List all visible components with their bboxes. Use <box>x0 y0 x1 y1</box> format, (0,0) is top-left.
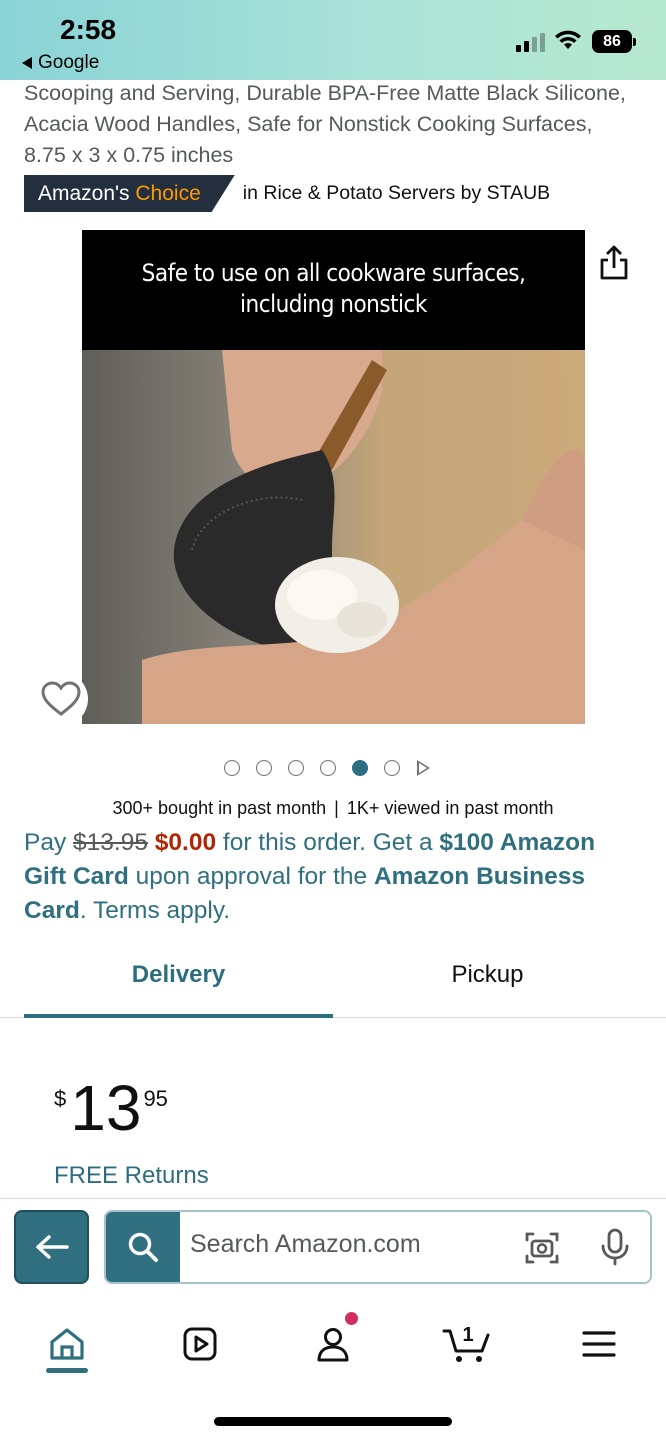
carousel-video-play-icon[interactable] <box>417 760 430 776</box>
carousel-indicator[interactable] <box>224 760 430 776</box>
badge-choice-text: Choice <box>135 182 201 205</box>
promo-terms: . Terms apply. <box>79 897 231 924</box>
tab-pickup[interactable]: Pickup <box>333 950 642 1018</box>
price-fraction: 95 <box>143 1086 168 1111</box>
carousel-dot[interactable] <box>384 760 400 776</box>
separator: | <box>334 798 339 818</box>
viewed-count: 1K+ viewed in past month <box>346 798 554 818</box>
free-returns-link[interactable]: FREE Returns <box>54 1162 209 1190</box>
badge-category: in Rice & Potato Servers by STAUB <box>242 182 551 204</box>
product-image[interactable]: Safe to use on all cookware surfaces, in… <box>82 230 585 724</box>
wifi-icon <box>555 30 581 49</box>
mic-icon[interactable] <box>600 1228 630 1266</box>
heart-icon <box>41 681 81 716</box>
product-title: Scooping and Serving, Durable BPA-Free M… <box>24 81 626 167</box>
promo-new-price: $0.00 <box>154 829 217 856</box>
image-banner: Safe to use on all cookware surfaces, in… <box>82 230 585 350</box>
nav-home[interactable] <box>43 1320 91 1368</box>
wishlist-heart-button[interactable] <box>34 672 88 726</box>
carousel-dot[interactable] <box>224 760 240 776</box>
cellular-signal-icon <box>516 32 545 52</box>
status-time: 2:58 <box>60 14 117 45</box>
home-active-indicator <box>46 1368 88 1373</box>
price: $ 13 95 <box>54 1076 168 1140</box>
carousel-dot[interactable] <box>288 760 304 776</box>
nav-account[interactable] <box>309 1320 357 1368</box>
home-indicator[interactable] <box>214 1417 452 1426</box>
notification-dot <box>345 1312 358 1325</box>
nav-cart[interactable]: 1 <box>440 1320 494 1368</box>
search-button[interactable] <box>106 1212 180 1282</box>
carousel-dot[interactable] <box>352 760 368 776</box>
image-banner-line1: Safe to use on all cookware surfaces, <box>141 259 526 287</box>
amazons-choice-row[interactable]: Amazon's Choice in Rice & Potato Servers… <box>24 175 550 212</box>
carousel-dot[interactable] <box>320 760 336 776</box>
product-photo <box>82 350 585 724</box>
search-input[interactable] <box>190 1230 510 1259</box>
video-icon <box>183 1327 217 1361</box>
status-bar: 2:58 Google 86 <box>0 0 666 80</box>
back-button[interactable] <box>14 1210 89 1284</box>
cart-icon: 1 <box>442 1324 490 1362</box>
back-to-app-link[interactable]: Google <box>22 52 99 74</box>
tab-delivery[interactable]: Delivery <box>24 950 333 1018</box>
search-icon <box>128 1232 158 1262</box>
nav-menu[interactable] <box>575 1320 623 1368</box>
image-banner-line2: including nonstick <box>240 290 427 318</box>
fulfillment-tabs: Delivery Pickup <box>0 950 666 1018</box>
cart-count: 1 <box>462 1324 473 1346</box>
battery-icon: 86 <box>592 30 636 53</box>
promo-mid: for this order. Get a <box>216 829 440 856</box>
promo-pay: Pay <box>24 829 74 856</box>
camera-icon[interactable] <box>524 1230 560 1266</box>
account-icon <box>317 1328 349 1362</box>
home-icon <box>50 1328 84 1360</box>
business-card-promo[interactable]: Pay $13.95 $0.00 for this order. Get a $… <box>24 826 644 928</box>
back-app-label: Google <box>38 52 100 73</box>
arrow-left-icon <box>35 1235 69 1259</box>
promo-original-price: $13.95 <box>73 829 148 856</box>
carousel-dot[interactable] <box>256 760 272 776</box>
amazons-choice-badge: Amazon's Choice <box>24 175 235 212</box>
promo-upon: upon approval for the <box>128 863 374 890</box>
menu-icon <box>582 1331 616 1357</box>
price-whole: 13 <box>70 1072 142 1144</box>
social-proof: 300+ bought in past month | 1K+ viewed in … <box>0 798 666 819</box>
back-triangle-icon <box>22 57 32 69</box>
badge-prefix: Amazon's <box>38 182 136 205</box>
share-icon[interactable] <box>594 243 634 283</box>
nav-video[interactable] <box>176 1320 224 1368</box>
search-bar <box>104 1210 652 1284</box>
bought-count: 300+ bought in past month <box>112 798 327 818</box>
price-symbol: $ <box>54 1086 67 1111</box>
